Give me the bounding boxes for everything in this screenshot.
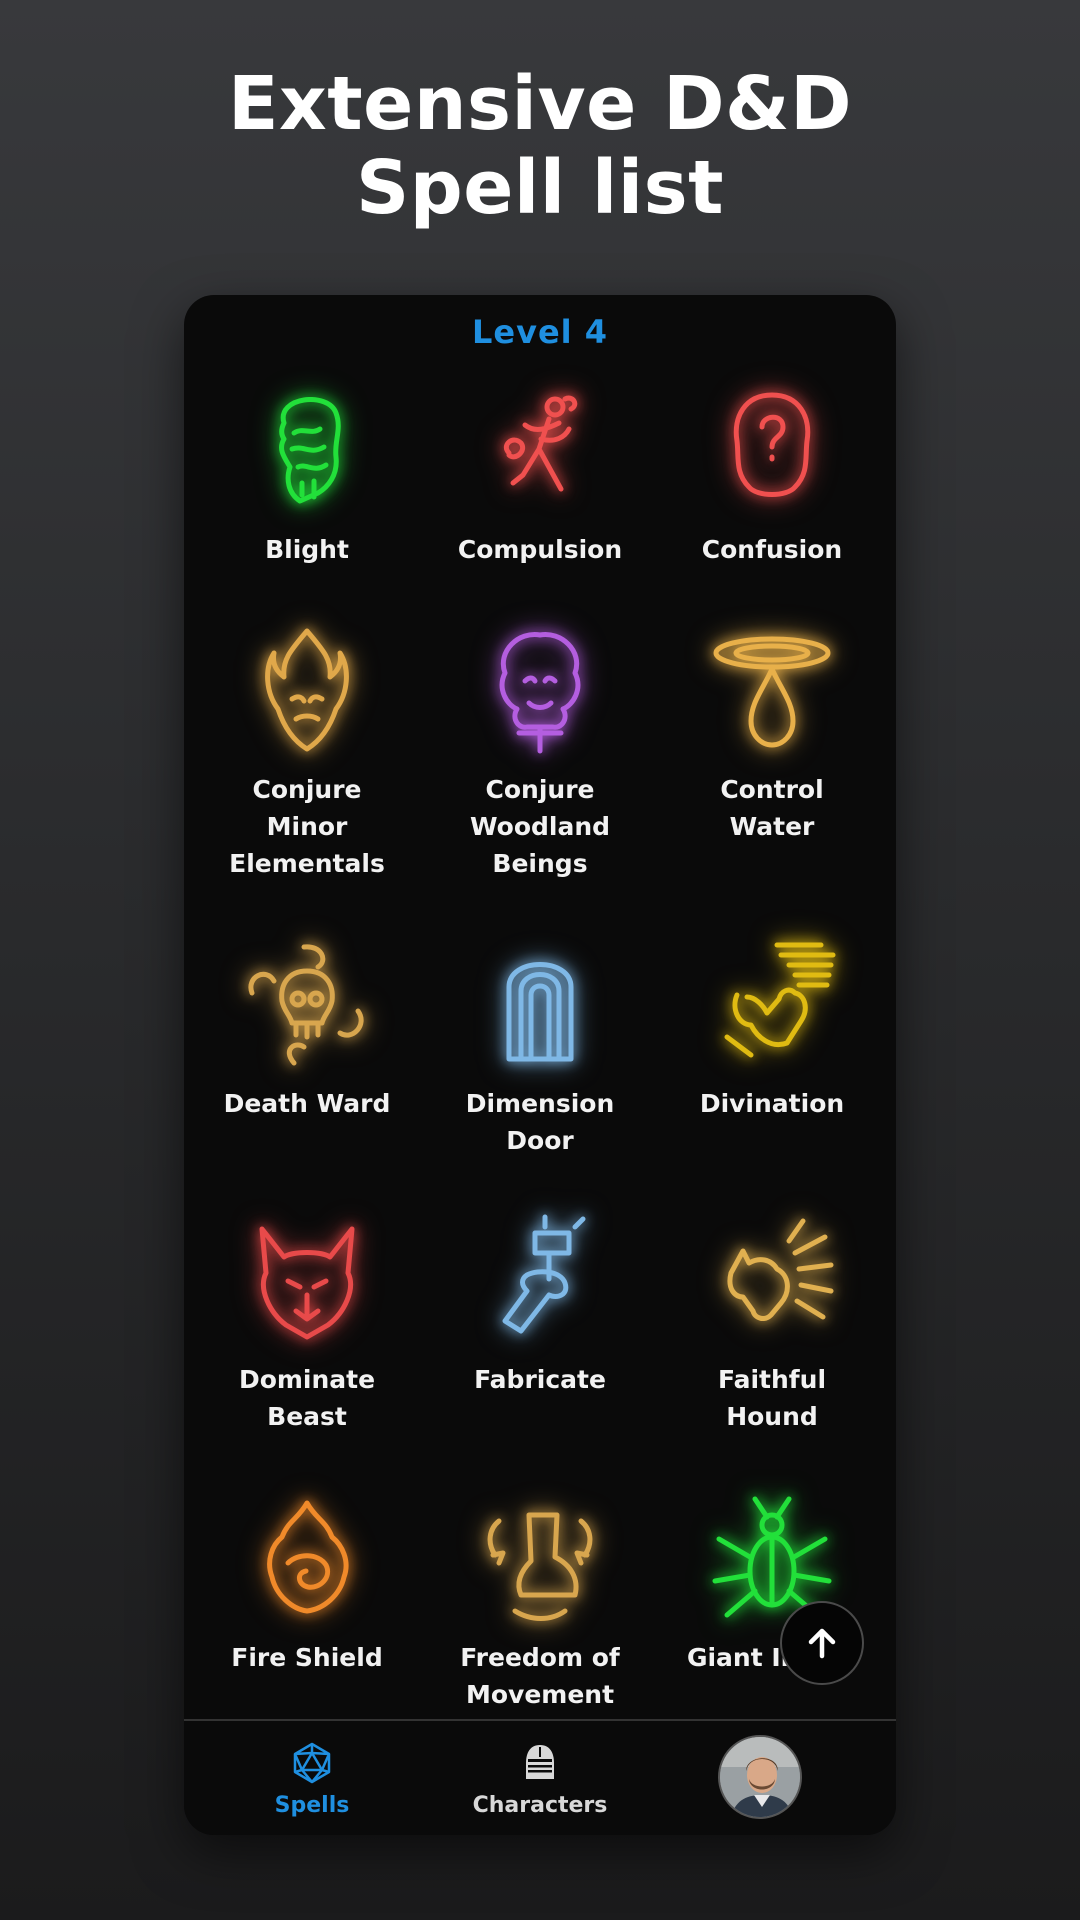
arrow-up-icon — [808, 1628, 836, 1659]
spell-name-line: Minor — [266, 812, 348, 841]
nav-label-spells: Spells — [274, 1793, 350, 1818]
spell-name-line: Freedom of — [460, 1643, 620, 1672]
level-title: Level 4 — [471, 313, 609, 351]
spell-card[interactable]: Divination — [662, 937, 882, 1122]
spell-name: Control Water — [662, 771, 882, 845]
spell-name-line: Water — [729, 812, 815, 841]
spell-card[interactable]: Conjure Minor Elementals — [197, 623, 417, 882]
spell-name: Confusion — [662, 531, 882, 568]
spell-name-line: Dominate — [238, 1365, 376, 1394]
profile-avatar[interactable] — [718, 1735, 802, 1819]
knight-helmet-icon — [526, 1745, 554, 1779]
phone-frame: Level 4 Blight Compulsion Confusion Conjure… — [184, 295, 896, 1835]
dryad-face-icon — [465, 623, 615, 763]
page-headline: Extensive D&D Spell list — [0, 62, 1080, 230]
spell-card[interactable]: Fabricate — [430, 1213, 650, 1398]
spell-card[interactable]: Conjure Woodland Beings — [430, 623, 650, 882]
spell-card[interactable]: Faithful Hound — [662, 1213, 882, 1435]
spell-name-line: Hound — [726, 1402, 818, 1431]
d20-icon — [293, 1742, 331, 1784]
spell-name-line: Divination — [699, 1089, 845, 1118]
spell-name: Death Ward — [197, 1085, 417, 1122]
spell-name: Freedom of Movement — [430, 1639, 650, 1713]
spell-card[interactable]: Freedom of Movement — [430, 1491, 650, 1713]
question-head-icon — [697, 383, 847, 523]
spell-card[interactable]: Blight — [197, 383, 417, 568]
spell-name: Compulsion — [430, 531, 650, 568]
spell-name-line: Fire Shield — [231, 1643, 383, 1672]
spell-card[interactable]: Fire Shield — [197, 1491, 417, 1676]
divining-hand-icon — [697, 937, 847, 1077]
spell-name: Conjure Minor Elementals — [197, 771, 417, 882]
spell-name-line: Confusion — [701, 535, 843, 564]
water-drop-icon — [697, 623, 847, 763]
spell-card[interactable]: Dimension Door — [430, 937, 650, 1159]
scroll-to-top-button[interactable] — [780, 1601, 864, 1685]
flame-spirit-icon — [232, 623, 382, 763]
spell-name-line: Dimension — [465, 1089, 615, 1118]
spell-name-line: Control — [720, 775, 824, 804]
bottom-nav: Spells Characters — [184, 1719, 896, 1835]
spell-card[interactable]: Control Water — [662, 623, 882, 845]
spell-name-line: Death Ward — [223, 1089, 391, 1118]
spell-name-line: Movement — [465, 1680, 615, 1709]
barking-hound-icon — [697, 1213, 847, 1353]
spell-name-line: Beast — [267, 1402, 347, 1431]
spell-name: Fire Shield — [197, 1639, 417, 1676]
spell-name: Dimension Door — [430, 1085, 650, 1159]
spell-name: Faithful Hound — [662, 1361, 882, 1435]
spell-name: Conjure Woodland Beings — [430, 771, 650, 882]
spell-name: Fabricate — [430, 1361, 650, 1398]
spell-name: Blight — [197, 531, 417, 568]
spell-name-line: Elementals — [229, 849, 385, 878]
dancing-figure-icon — [465, 383, 615, 523]
spell-name-line: Conjure — [485, 775, 595, 804]
nav-tab-characters[interactable]: Characters — [440, 1741, 640, 1818]
spell-card[interactable]: Death Ward — [197, 937, 417, 1122]
spell-name-line: Blight — [265, 535, 349, 564]
fire-swirl-icon — [232, 1491, 382, 1631]
spell-name-line: Beings — [492, 849, 588, 878]
spell-name-line: Fabricate — [474, 1365, 606, 1394]
spell-name-line: Compulsion — [457, 535, 623, 564]
skull-ward-icon — [232, 937, 382, 1077]
spell-name: Divination — [662, 1085, 882, 1122]
spell-card[interactable]: Dominate Beast — [197, 1213, 417, 1435]
spell-name-line: Faithful — [717, 1365, 827, 1394]
headline-line-2: Spell list — [355, 145, 725, 231]
rotting-hand-icon — [232, 383, 382, 523]
wolf-head-icon — [232, 1213, 382, 1353]
avatar-photo — [720, 1737, 800, 1817]
spell-name-line: Woodland — [469, 812, 611, 841]
spell-name-line: Conjure — [252, 775, 362, 804]
hammer-hand-icon — [465, 1213, 615, 1353]
boot-arrows-icon — [465, 1491, 615, 1631]
spell-card[interactable]: Confusion — [662, 383, 882, 568]
arch-door-icon — [465, 937, 615, 1077]
nav-label-characters: Characters — [472, 1793, 608, 1818]
headline-line-1: Extensive D&D — [227, 61, 852, 147]
spell-card[interactable]: Compulsion — [430, 383, 650, 568]
spell-name: Dominate Beast — [197, 1361, 417, 1435]
spell-name-line: Door — [506, 1126, 574, 1155]
nav-tab-spells[interactable]: Spells — [212, 1741, 412, 1818]
